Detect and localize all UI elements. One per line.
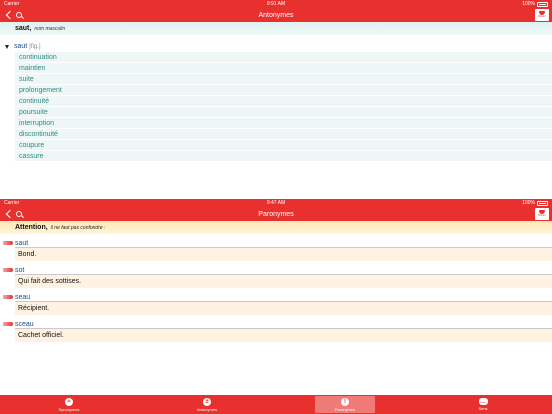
tab-synonymes[interactable]: ≈ Synonymes <box>39 396 99 413</box>
synonymes-icon: ≈ <box>65 397 73 406</box>
paronym-arrow-icon <box>3 322 13 326</box>
battery-icon <box>537 200 548 206</box>
tab-label: Synonymes <box>58 406 80 412</box>
antonymes-screen: Carrier 9:91 AM 100% Antonymes Robert sa… <box>0 0 552 199</box>
sense-tag: [fig.] <box>29 43 41 50</box>
headword-band: saut, nom masculin <box>0 22 552 35</box>
paronym-entry[interactable]: sot Qui fait des sottises. <box>0 264 552 288</box>
part-of-speech: nom masculin <box>34 25 66 32</box>
sense-word: saut <box>14 43 28 50</box>
paronym-header: seau <box>0 291 552 301</box>
tab-sens[interactable]: … Sens <box>453 396 513 413</box>
paronym-arrow-icon <box>3 295 13 299</box>
attention-note: il ne faut pas confondre : <box>50 224 106 231</box>
tab-label: Antonymes <box>196 406 217 412</box>
status-bar: Carrier 9:91 AM 100% <box>0 0 552 8</box>
status-bar: Carrier 9:47 AM 100% <box>0 199 552 207</box>
tab-label: Paronymes <box>334 406 356 412</box>
tab-bar: ≈ Synonymes ± Antonymes ! Paronymes … Se… <box>0 395 552 414</box>
paronym-header: saut <box>0 237 552 247</box>
attention-band: Attention, il ne faut pas confondre : <box>0 221 552 234</box>
attention-label: Attention, <box>15 224 48 231</box>
paronym-arrow-icon <box>3 241 13 245</box>
paronym-word: saut <box>15 240 29 247</box>
paronym-definition: Cachet officiel. <box>15 329 552 342</box>
headword: saut, <box>15 25 32 32</box>
tab-label: Sens <box>478 406 488 411</box>
antonym-item[interactable]: prolongement <box>15 85 552 96</box>
antonym-item[interactable]: poursuite <box>15 107 552 118</box>
back-chevron-icon[interactable] <box>5 10 15 20</box>
antonym-item[interactable]: maintien <box>15 63 552 74</box>
battery-icon <box>537 1 548 7</box>
paronym-header: sot <box>0 264 552 274</box>
antonym-item[interactable]: continuation <box>15 52 552 63</box>
status-time: 9:47 AM <box>266 200 286 206</box>
paronym-entry[interactable]: seau Récipient. <box>0 291 552 315</box>
paronym-word: sot <box>15 267 25 274</box>
antonym-item[interactable]: continuité <box>15 96 552 107</box>
status-time: 9:91 AM <box>266 1 286 7</box>
logo-text: Robert <box>538 214 546 218</box>
antonym-item[interactable]: coupure <box>15 140 552 151</box>
paronym-word: seau <box>15 294 31 301</box>
paronym-definition: Récipient. <box>15 302 552 315</box>
paronym-header: sceau <box>0 318 552 328</box>
navigation-bar: Antonymes Robert <box>0 8 552 22</box>
antonym-item[interactable]: interruption <box>15 118 552 129</box>
search-icon[interactable] <box>16 12 22 18</box>
tab-paronymes[interactable]: ! Paronymes <box>315 396 375 413</box>
disclosure-triangle-icon[interactable] <box>5 44 9 49</box>
paronym-arrow-icon <box>3 268 13 272</box>
paronymes-screen: Carrier 9:47 AM 100% Paronymes Robert At… <box>0 199 552 414</box>
tab-antonymes[interactable]: ± Antonymes <box>177 396 237 413</box>
antonym-item[interactable]: discontinuité <box>15 129 552 140</box>
paronym-word: sceau <box>15 321 34 328</box>
back-chevron-icon[interactable] <box>5 209 15 219</box>
paronym-entry[interactable]: saut Bond. <box>0 237 552 261</box>
nav-left-controls <box>4 207 22 221</box>
dictionary-logo: Robert <box>535 208 549 220</box>
antonymes-icon: ± <box>203 397 211 406</box>
antonym-item[interactable]: suite <box>15 74 552 85</box>
antonym-list: continuation maintien suite prolongement… <box>15 52 552 162</box>
dictionary-logo: Robert <box>535 9 549 21</box>
speech-bubble-icon: … <box>478 398 488 405</box>
logo-text: Robert <box>538 15 546 19</box>
search-icon[interactable] <box>16 211 22 217</box>
exclamation-icon: ! <box>341 397 349 406</box>
paronym-entry[interactable]: sceau Cachet officiel. <box>0 318 552 342</box>
page-title: Paronymes <box>258 210 294 218</box>
sense-header[interactable]: saut [fig.] <box>0 43 552 50</box>
navigation-bar: Paronymes Robert <box>0 207 552 221</box>
paronym-definition: Bond. <box>15 248 552 261</box>
page-title: Antonymes <box>258 11 294 19</box>
antonym-item[interactable]: cassure <box>15 151 552 162</box>
nav-left-controls <box>4 8 22 22</box>
paronym-definition: Qui fait des sottises. <box>15 275 552 288</box>
